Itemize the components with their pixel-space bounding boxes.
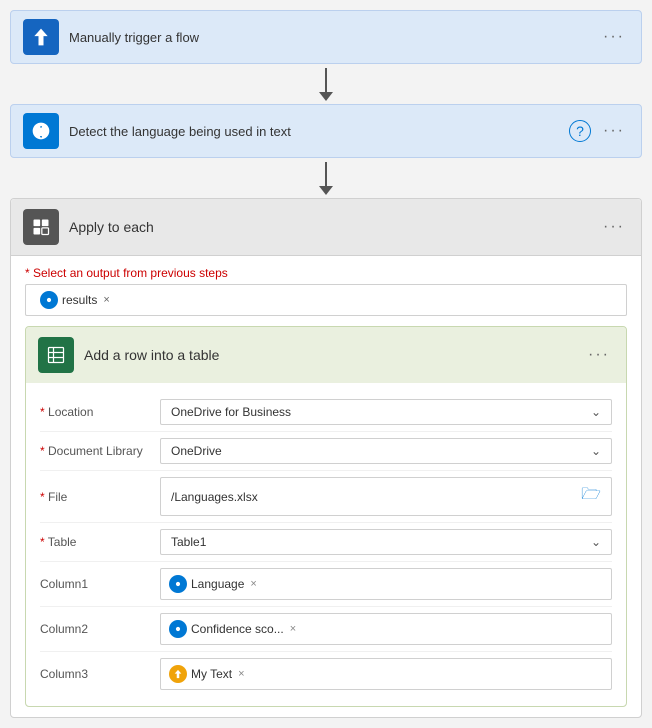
column1-value[interactable]: Language × — [160, 568, 612, 600]
arrow-line-1 — [325, 68, 327, 92]
add-row-header: Add a row into a table ··· — [26, 327, 626, 383]
add-row-icon — [38, 337, 74, 373]
add-row-menu-button[interactable]: ··· — [584, 346, 614, 364]
language-tag-label: Language — [191, 577, 244, 591]
detect-icon — [23, 113, 59, 149]
trigger-actions: ··· — [599, 28, 629, 46]
apply-each-container: Apply to each ··· * Select an output fro… — [10, 198, 642, 718]
confidence-tag-icon — [169, 620, 187, 638]
detect-help-button[interactable]: ? — [569, 120, 591, 142]
table-select[interactable]: Table1 ⌄ — [160, 529, 612, 555]
location-text: OneDrive for Business — [171, 405, 291, 419]
apply-each-menu-button[interactable]: ··· — [599, 218, 629, 236]
trigger-title: Manually trigger a flow — [69, 30, 599, 45]
location-label: * Location — [40, 405, 160, 419]
column3-label: Column3 — [40, 667, 160, 681]
mytext-tag-label: My Text — [191, 667, 232, 681]
trigger-icon — [23, 19, 59, 55]
add-row-body: * Location OneDrive for Business ⌄ * D — [26, 383, 626, 706]
select-output-field[interactable]: results × — [25, 284, 627, 316]
column1-row: Column1 Language — [40, 562, 612, 607]
arrow-head-1 — [319, 92, 333, 101]
table-row: * Table Table1 ⌄ — [40, 523, 612, 562]
detect-title: Detect the language being used in text — [69, 124, 569, 139]
confidence-tag: Confidence sco... × — [169, 620, 296, 638]
mytext-tag-close[interactable]: × — [238, 668, 244, 680]
location-row: * Location OneDrive for Business ⌄ — [40, 393, 612, 432]
mytext-tag-icon — [169, 665, 187, 683]
add-row-card: Add a row into a table ··· * Location On… — [25, 326, 627, 707]
file-label: * File — [40, 490, 160, 504]
file-text: /Languages.xlsx — [171, 490, 258, 504]
apply-each-icon — [23, 209, 59, 245]
location-chevron-icon: ⌄ — [591, 405, 601, 419]
mytext-tag: My Text × — [169, 665, 245, 683]
doc-library-label: * Document Library — [40, 444, 160, 458]
doc-library-chevron-icon: ⌄ — [591, 444, 601, 458]
column2-field[interactable]: Confidence sco... × — [160, 613, 612, 645]
column1-label: Column1 — [40, 577, 160, 591]
column2-row: Column2 Confidence sco... — [40, 607, 612, 652]
apply-each-title: Apply to each — [69, 219, 599, 235]
trigger-menu-button[interactable]: ··· — [599, 28, 629, 46]
results-tag-label: results — [62, 293, 97, 307]
arrow-line-2 — [325, 162, 327, 186]
location-select[interactable]: OneDrive for Business ⌄ — [160, 399, 612, 425]
file-row: * File /Languages.xlsx 🗁 — [40, 471, 612, 523]
detect-card: Detect the language being used in text ?… — [10, 104, 642, 158]
column2-value[interactable]: Confidence sco... × — [160, 613, 612, 645]
results-tag-close[interactable]: × — [103, 294, 109, 306]
language-tag-close[interactable]: × — [250, 578, 256, 590]
confidence-tag-close[interactable]: × — [290, 623, 296, 635]
column3-value[interactable]: My Text × — [160, 658, 612, 690]
table-label: * Table — [40, 535, 160, 549]
table-value[interactable]: Table1 ⌄ — [160, 529, 612, 555]
add-row-title: Add a row into a table — [84, 347, 584, 363]
arrow-connector-1 — [319, 64, 333, 104]
file-field[interactable]: /Languages.xlsx 🗁 — [160, 477, 612, 516]
doc-library-text: OneDrive — [171, 444, 222, 458]
column1-field[interactable]: Language × — [160, 568, 612, 600]
location-value[interactable]: OneDrive for Business ⌄ — [160, 399, 612, 425]
apply-each-header: Apply to each ··· — [11, 199, 641, 255]
table-text: Table1 — [171, 535, 206, 549]
column3-row: Column3 My Text — [40, 652, 612, 696]
file-value[interactable]: /Languages.xlsx 🗁 — [160, 477, 612, 516]
arrow-connector-2 — [319, 158, 333, 198]
column2-label: Column2 — [40, 622, 160, 636]
results-tag-icon — [40, 291, 58, 309]
trigger-card: Manually trigger a flow ··· — [10, 10, 642, 64]
language-tag: Language × — [169, 575, 257, 593]
detect-actions: ? ··· — [569, 120, 629, 142]
doc-library-value[interactable]: OneDrive ⌄ — [160, 438, 612, 464]
column3-field[interactable]: My Text × — [160, 658, 612, 690]
arrow-head-2 — [319, 186, 333, 195]
doc-library-select[interactable]: OneDrive ⌄ — [160, 438, 612, 464]
select-output-label: * Select an output from previous steps — [25, 266, 627, 280]
detect-menu-button[interactable]: ··· — [599, 122, 629, 140]
doc-library-row: * Document Library OneDrive ⌄ — [40, 432, 612, 471]
results-tag: results × — [34, 289, 116, 311]
confidence-tag-label: Confidence sco... — [191, 622, 284, 636]
table-chevron-icon: ⌄ — [591, 535, 601, 549]
language-tag-icon — [169, 575, 187, 593]
folder-icon[interactable]: 🗁 — [581, 483, 601, 510]
